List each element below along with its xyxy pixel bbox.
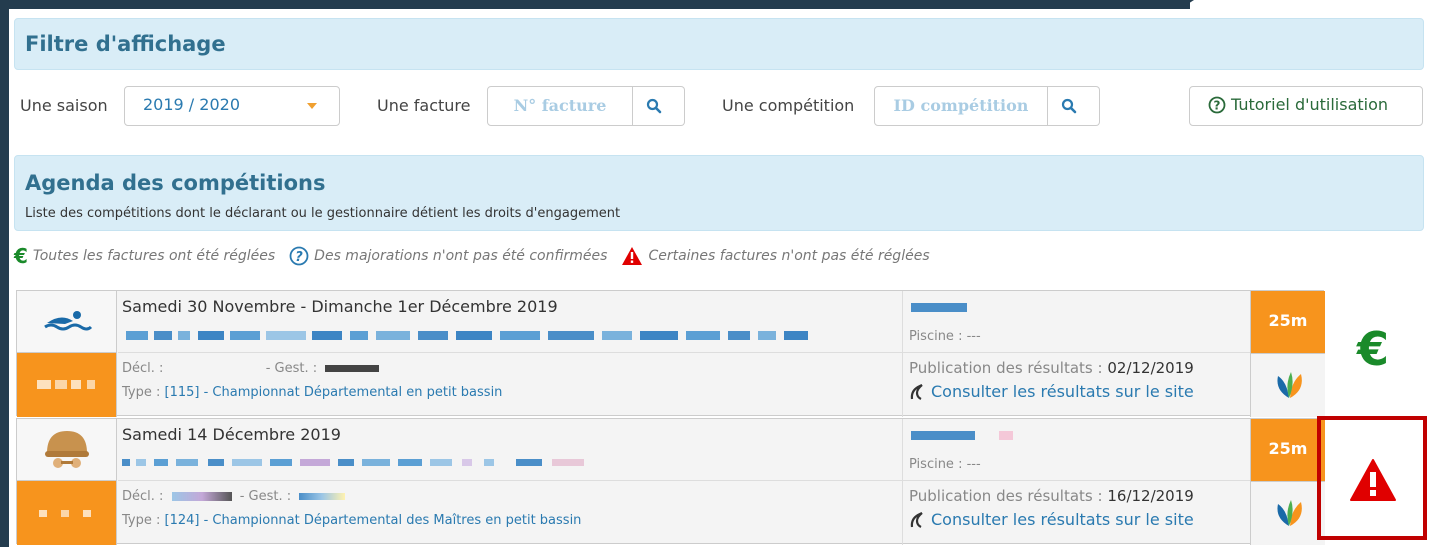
results-date: 02/12/2019 bbox=[1107, 359, 1194, 377]
ffn-logo-icon bbox=[1277, 372, 1302, 398]
filter-title: Filtre d'affichage bbox=[25, 32, 226, 56]
warning-triangle-icon bbox=[1350, 459, 1396, 501]
results-site-icon bbox=[910, 511, 923, 528]
competition-date: Samedi 14 Décembre 2019 bbox=[122, 425, 341, 444]
window-frame-left bbox=[0, 0, 9, 547]
search-icon bbox=[646, 98, 662, 114]
legend-unpaid: Certaines factures n'ont pas été réglées bbox=[648, 248, 930, 264]
pool-length-cell: 25m bbox=[1250, 291, 1325, 353]
question-circle-icon: ? bbox=[289, 246, 309, 266]
club-code-cell bbox=[17, 353, 117, 417]
competition-row[interactable]: Samedi 14 Décembre 2019 Décl. : - Gest. … bbox=[16, 418, 1325, 545]
competition-date: Samedi 30 Novembre - Dimanche 1er Décemb… bbox=[122, 297, 558, 316]
invoice-search-button[interactable] bbox=[633, 86, 685, 126]
tutorial-button[interactable]: ? Tutoriel d'utilisation bbox=[1189, 86, 1423, 126]
ffn-logo-cell bbox=[1250, 481, 1325, 545]
legend-pending: Des majorations n'ont pas été confirmées bbox=[314, 248, 608, 264]
competition-label: Une compétition bbox=[722, 96, 855, 115]
competition-info: Samedi 14 Décembre 2019 Décl. : - Gest. … bbox=[118, 419, 902, 545]
paid-status-icon: € bbox=[1357, 322, 1390, 376]
pool-length-cell: 25m bbox=[1250, 419, 1325, 481]
invoice-placeholder: N° facture bbox=[513, 96, 607, 115]
question-circle-icon: ? bbox=[1208, 96, 1226, 113]
season-label: Une saison bbox=[20, 96, 108, 115]
euro-icon: € bbox=[14, 244, 28, 268]
competition-type: Type : [115] - Championnat Départemental… bbox=[122, 385, 503, 400]
tutorial-label: Tutoriel d'utilisation bbox=[1231, 95, 1389, 114]
competition-placeholder: ID compétition bbox=[893, 96, 1029, 115]
competition-info: Samedi 30 Novembre - Dimanche 1er Décemb… bbox=[118, 291, 902, 417]
legend-paid: Toutes les factures ont été réglées bbox=[32, 248, 276, 264]
competition-input[interactable]: ID compétition bbox=[874, 86, 1048, 126]
agenda-subtitle: Liste des compétitions dont le déclarant… bbox=[25, 206, 621, 221]
svg-text:?: ? bbox=[295, 250, 303, 265]
ffn-logo-cell bbox=[1250, 353, 1325, 417]
competition-search-button[interactable] bbox=[1048, 86, 1100, 126]
declarant: Décl. : - Gest. : bbox=[122, 361, 380, 376]
invoice-label: Une facture bbox=[377, 96, 471, 115]
search-icon bbox=[1061, 98, 1077, 114]
piscine: Piscine : --- bbox=[909, 329, 981, 344]
discipline-cell bbox=[17, 291, 117, 353]
consult-results-link[interactable]: Consulter les résultats sur le site bbox=[909, 382, 1194, 401]
club-code-cell bbox=[17, 481, 117, 545]
swim-cap-icon bbox=[45, 431, 89, 468]
results-publication: Publication des résultats : 16/12/2019 bbox=[909, 487, 1194, 505]
svg-text:?: ? bbox=[1214, 98, 1221, 112]
agenda-panel: Agenda des compétitions Liste des compét… bbox=[14, 155, 1424, 231]
competition-row[interactable]: Samedi 30 Novembre - Dimanche 1er Décemb… bbox=[16, 290, 1325, 417]
filter-panel: Filtre d'affichage bbox=[14, 18, 1424, 70]
competition-type: Type : [124] - Championnat Départemental… bbox=[122, 513, 582, 528]
ffn-logo-icon bbox=[1277, 500, 1302, 526]
results-date: 16/12/2019 bbox=[1107, 487, 1194, 505]
declarant: Décl. : - Gest. : bbox=[122, 489, 346, 504]
season-value: 2019 / 2020 bbox=[143, 95, 240, 114]
invoice-input[interactable]: N° facture bbox=[487, 86, 633, 126]
competition-type-link[interactable]: [115] - Championnat Départemental en pet… bbox=[165, 385, 503, 400]
consult-results-link[interactable]: Consulter les résultats sur le site bbox=[909, 510, 1194, 529]
discipline-cell bbox=[17, 419, 117, 481]
window-frame-top bbox=[0, 0, 1190, 9]
results-site-icon bbox=[910, 383, 923, 400]
pool-length: 25m bbox=[1268, 439, 1308, 458]
unpaid-status-box bbox=[1317, 416, 1427, 540]
venue-info: Piscine : --- Publication des résultats … bbox=[902, 291, 1250, 417]
season-select[interactable]: 2019 / 2020 bbox=[124, 86, 340, 126]
competition-type-link[interactable]: [124] - Championnat Départemental des Ma… bbox=[165, 513, 582, 528]
results-publication: Publication des résultats : 02/12/2019 bbox=[909, 359, 1194, 377]
status-legend: € Toutes les factures ont été réglées ? … bbox=[14, 244, 930, 268]
warning-triangle-icon bbox=[622, 247, 643, 265]
chevron-down-icon bbox=[307, 103, 317, 109]
venue-info: Piscine : --- Publication des résultats … bbox=[902, 419, 1250, 545]
agenda-title: Agenda des compétitions bbox=[25, 171, 326, 195]
piscine: Piscine : --- bbox=[909, 457, 981, 472]
swimmer-icon bbox=[44, 311, 93, 331]
window-frame-corner bbox=[1180, 0, 1194, 9]
pool-length: 25m bbox=[1268, 311, 1308, 330]
